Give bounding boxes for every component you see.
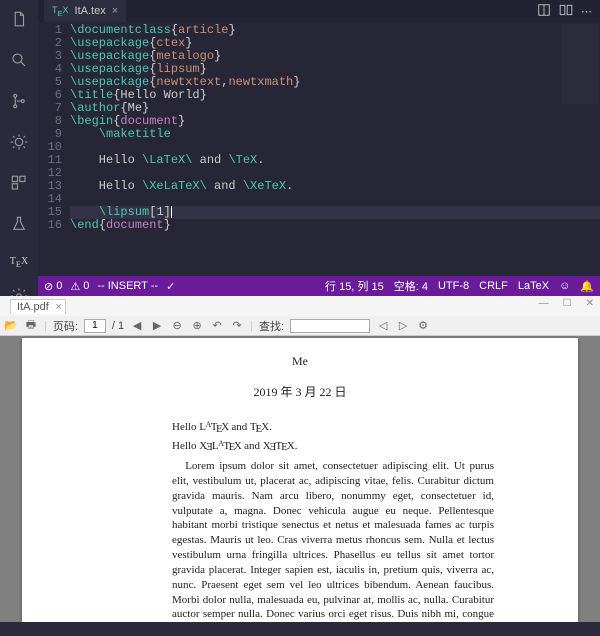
code-editor[interactable]: 12345678910111213141516 \documentclass{a… [38,22,600,276]
line-gutter: 12345678910111213141516 [38,22,70,276]
find-next-icon[interactable]: ▷ [396,319,410,333]
rotate-right-icon[interactable]: ↷ [230,319,244,333]
pdf-page: Me 2019 年 3 月 22 日 Hello LATEX and TEX. … [22,338,578,622]
pdf-toolbar: 📂 🖶 | 页码: / 1 ◀ ▶ ⊖ ⊕ ↶ ↷ | 查找: ◁ ▷ ⚙ [0,316,600,336]
status-bar: ⊘0 ⚠0 -- INSERT -- ✓ 行 15, 列 15 空格: 4 UT… [38,276,600,296]
page-input[interactable] [84,319,106,333]
zoom-out-icon[interactable]: ⊖ [170,319,184,333]
pdf-hello2: Hello XƎLATEX and XƎTEX. [172,439,538,454]
find-prev-icon[interactable]: ◁ [376,319,390,333]
status-mode: -- INSERT -- [97,280,158,292]
zoom-in-icon[interactable]: ⊕ [190,319,204,333]
files-icon[interactable] [10,10,28,33]
status-eol[interactable]: CRLF [479,280,508,292]
pdf-viewport[interactable]: Me 2019 年 3 月 22 日 Hello LATEX and TEX. … [0,336,600,622]
prev-page-icon[interactable]: ◀ [130,319,144,333]
status-position[interactable]: 行 15, 列 15 [325,278,384,294]
tex-icon[interactable]: TEX [10,256,28,269]
extensions-icon[interactable] [10,174,28,197]
beaker-icon[interactable] [10,215,28,238]
status-lang[interactable]: LaTeX [518,280,549,292]
close-icon[interactable]: ✕ [586,298,594,309]
pdf-body: Lorem ipsum dolor sit amet, consectetuer… [172,459,494,622]
find-label: 查找: [259,318,284,334]
minimize-icon[interactable]: — [539,298,549,309]
find-options-icon[interactable]: ⚙ [416,319,430,333]
open-icon[interactable]: 📂 [4,319,18,333]
pdf-titlebar: ItA.pdf × — ☐ ✕ [0,296,600,316]
status-encoding[interactable]: UTF-8 [438,280,469,292]
more-icon[interactable]: ⋯ [581,5,592,18]
pdf-author: Me [62,354,538,369]
maximize-icon[interactable]: ☐ [563,298,572,309]
find-input[interactable] [290,319,370,333]
feedback-icon[interactable]: ☺ [559,280,570,292]
minimap[interactable] [562,24,598,104]
bottom-strip [0,622,600,636]
tab-bar: TEX ItA.tex × ⋯ [38,0,600,22]
close-icon[interactable]: × [112,5,118,17]
status-check[interactable]: ✓ [166,280,175,293]
print-icon[interactable]: 🖶 [24,319,38,333]
status-errors[interactable]: ⊘0 [44,280,62,293]
bell-icon[interactable]: 🔔 [580,280,594,293]
editor-tab[interactable]: TEX ItA.tex × [44,0,126,22]
status-spaces[interactable]: 空格: 4 [394,278,428,294]
pdf-filename: ItA.pdf [17,301,49,313]
page-total: / 1 [112,320,124,332]
close-icon[interactable]: × [55,301,61,313]
tab-filename: ItA.tex [75,5,106,17]
next-page-icon[interactable]: ▶ [150,319,164,333]
search-icon[interactable] [10,51,28,74]
debug-icon[interactable] [10,133,28,156]
source-control-icon[interactable] [10,92,28,115]
activity-bar: TEX [0,0,38,296]
rotate-left-icon[interactable]: ↶ [210,319,224,333]
pdf-viewer: ItA.pdf × — ☐ ✕ 📂 🖶 | 页码: / 1 ◀ ▶ ⊖ ⊕ ↶ … [0,296,600,622]
split-icon[interactable] [559,3,573,20]
pdf-hello1: Hello LATEX and TEX. [172,420,538,435]
status-warnings[interactable]: ⚠0 [70,280,89,293]
page-label: 页码: [53,318,78,334]
tex-file-icon: TEX [52,5,69,18]
code-content[interactable]: \documentclass{article}\usepackage{ctex}… [70,22,600,276]
pdf-date: 2019 年 3 月 22 日 [62,383,538,400]
compare-icon[interactable] [537,3,551,20]
pdf-tab[interactable]: ItA.pdf × [10,299,66,314]
